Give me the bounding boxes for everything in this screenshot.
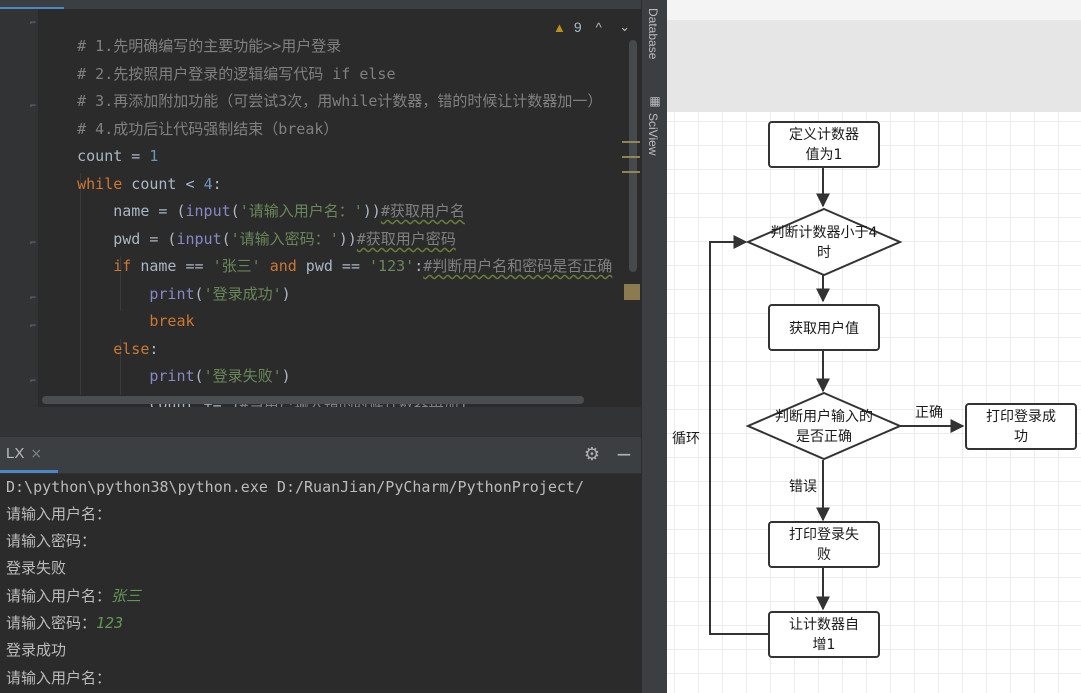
inspection-widget[interactable]: ▲ 9 ^ ⌄ <box>553 16 634 38</box>
run-panel-header: LX × ⚙ − <box>0 437 641 474</box>
node-fail-label: 败 <box>817 547 831 563</box>
close-icon[interactable]: × <box>30 446 42 462</box>
console-user-input: 张三 <box>111 587 142 605</box>
flow-edge-loop <box>709 235 768 635</box>
console-line: 请输入密码：123 <box>6 610 123 637</box>
error-stripe-mark[interactable] <box>622 171 640 173</box>
code-line[interactable]: count += 1#当用户输入错的时候计数器再加1 <box>41 371 467 407</box>
console-text: 请输入用户名： <box>6 587 112 605</box>
fold-marker[interactable]: ⌐ <box>30 102 38 112</box>
console-line: D:\python\python38\python.exe D:/RuanJia… <box>6 474 584 501</box>
console-text: 请输入用户名： <box>6 669 112 687</box>
warning-count: 9 <box>573 19 582 35</box>
error-stripe-mark[interactable] <box>622 156 640 158</box>
node-success-label: 打印登录成 <box>986 408 1056 425</box>
editor-horizontal-scrollbar[interactable] <box>42 396 584 404</box>
code-line[interactable]: else: <box>41 316 158 358</box>
code-token: ( <box>194 285 204 303</box>
node-success-label: 功 <box>1014 429 1028 445</box>
warning-icon: ▲ <box>553 19 566 35</box>
code-line[interactable]: # 2.先按照用户登录的逻辑编写代码 if else <box>41 41 395 83</box>
next-highlight-button[interactable]: ⌄ <box>616 19 634 35</box>
code-line[interactable]: break <box>41 288 194 330</box>
previous-highlight-button[interactable]: ^ <box>590 20 608 35</box>
code-token: ) <box>281 285 291 303</box>
node-verify[interactable] <box>745 391 903 461</box>
console-text: 请输入用户名： <box>6 505 112 523</box>
node-init-label: 值为1 <box>806 147 843 163</box>
console-text: D:\python\python38\python.exe D:/RuanJia… <box>6 478 584 496</box>
sciview-tool-tab[interactable]: SciView <box>646 113 660 155</box>
sciview-icon: ▦ <box>649 94 661 108</box>
edge-label-wrong: 错误 <box>789 479 817 495</box>
run-tab-label: LX <box>6 445 25 462</box>
fold-marker[interactable]: ⌐ <box>30 322 38 332</box>
node-init-label: 定义计数器 <box>789 127 859 143</box>
code-line[interactable]: # 4.成功后让代码强制结束（break） <box>41 96 338 138</box>
code-token: pwd == <box>296 257 370 275</box>
code-line[interactable]: # 1.先明确编写的主要功能>>用户登录 <box>41 13 341 55</box>
error-stripe-block[interactable] <box>624 284 640 300</box>
fold-marker[interactable]: ⌐ <box>30 19 38 29</box>
gear-icon[interactable]: ⚙ <box>582 445 602 465</box>
node-check-label: 判断计数器小于4 <box>771 225 878 241</box>
console-line: 请输入用户名：张三 <box>6 583 141 610</box>
console-line: 登录成功 <box>6 637 66 664</box>
editor-tab-strip <box>0 0 641 9</box>
node-fail-label: 打印登录失 <box>789 526 859 543</box>
code-editor[interactable]: ⌐ ⌐ ⌐ ⌐ ⌐ ⌐ # 1.先明确编写的主要功能>>用户登录 # 2.先按照… <box>0 0 641 407</box>
string-literal: '登录成功' <box>203 285 282 303</box>
console-text: 请输入密码： <box>6 614 97 632</box>
console-text: 请输入密码： <box>6 532 97 550</box>
code-line[interactable]: name = (input('请输入用户名：'))#获取用户名 <box>41 178 465 220</box>
minimize-icon[interactable]: − <box>614 444 634 465</box>
database-tool-tab[interactable]: Database <box>646 8 660 59</box>
fold-marker[interactable]: ⌐ <box>30 239 38 249</box>
console-line: 登录失败 <box>6 555 66 582</box>
node-get-input-label: 获取用户值 <box>789 320 859 337</box>
run-console[interactable]: D:\python\python38\python.exe D:/RuanJia… <box>0 474 641 693</box>
inline-comment: #判断用户名和密码是否正确 <box>423 257 613 275</box>
console-text: 登录失败 <box>6 559 67 577</box>
diagram-canvas[interactable]: 定义计数器 值为1 判断计数器小于4 时 获取用户值 判断用户输入的 是否正确 … <box>667 112 1081 693</box>
right-tool-strip: Database ▦ SciView <box>641 0 668 693</box>
string-literal: '123' <box>369 257 415 275</box>
node-check-label: 时 <box>817 245 831 261</box>
code-line[interactable]: print('登录成功') <box>41 261 290 303</box>
run-tab[interactable]: LX × <box>0 437 58 473</box>
diagram-ruler <box>667 20 1081 112</box>
editor-gutter <box>0 9 38 407</box>
panel-splitter[interactable] <box>0 407 641 437</box>
node-increment-label: 让计数器自 <box>789 617 859 633</box>
flowchart: 定义计数器 值为1 判断计数器小于4 时 获取用户值 判断用户输入的 是否正确 … <box>672 121 1077 658</box>
code-line[interactable]: print('登录失败') <box>41 343 290 385</box>
node-verify-label: 是否正确 <box>796 429 852 445</box>
edge-label-loop: 循环 <box>672 431 700 447</box>
node-check-counter[interactable] <box>745 207 903 277</box>
diagram-toolbar <box>667 0 1081 21</box>
code-line[interactable]: pwd = (input('请输入密码：'))#获取用户密码 <box>41 206 456 248</box>
node-increment-label: 增1 <box>813 637 836 653</box>
console-line: 请输入用户名： <box>6 665 111 692</box>
edge-label-correct: 正确 <box>915 405 943 421</box>
fold-marker[interactable]: ⌐ <box>30 377 38 387</box>
code-line[interactable]: if name == '张三' and pwd == '123':#判断用户名和… <box>41 233 612 275</box>
error-stripe-mark[interactable] <box>622 141 640 143</box>
node-verify-label: 判断用户输入的 <box>775 408 873 425</box>
code-line[interactable]: # 3.再添加附加功能（可尝试3次，用while计数器，错的时候让计数器加一） <box>41 68 602 110</box>
console-line: 请输入用户名： <box>6 501 111 528</box>
console-user-input: 123 <box>96 614 124 632</box>
code-line[interactable]: while count < 4: <box>41 151 222 193</box>
console-line: 请输入密码： <box>6 528 96 555</box>
fold-marker[interactable]: ⌐ <box>30 294 38 304</box>
code-token: : <box>414 257 424 275</box>
flowchart-editor[interactable]: 定义计数器 值为1 判断计数器小于4 时 获取用户值 判断用户输入的 是否正确 … <box>667 0 1081 693</box>
code-line[interactable]: count = 1 <box>41 123 158 165</box>
console-text: 登录成功 <box>6 641 67 659</box>
